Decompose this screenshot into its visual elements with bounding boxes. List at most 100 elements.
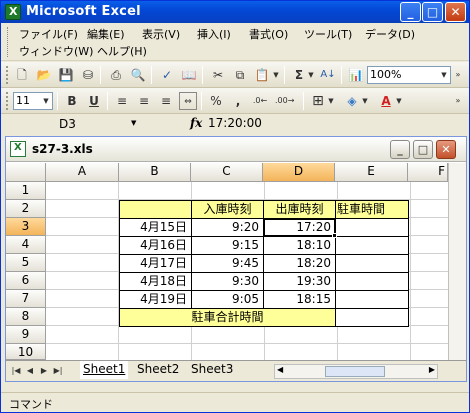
row-header-9[interactable]: 9	[6, 326, 46, 344]
bold-button[interactable]: B	[63, 92, 81, 110]
cell-d2[interactable]: 出庫時刻	[263, 200, 336, 219]
column-header-d[interactable]: D	[263, 163, 335, 182]
row-header-2[interactable]: 2	[6, 200, 46, 218]
menu-edit[interactable]: 編集(E)	[87, 26, 125, 42]
sort-ascending-icon[interactable]: A↓	[319, 66, 337, 84]
percent-style-button[interactable]: %	[207, 92, 225, 110]
formula-input[interactable]: 17:20:00	[208, 116, 262, 130]
cell-c5[interactable]: 9:45	[191, 254, 264, 273]
row-header-8[interactable]: 8	[6, 308, 46, 326]
sheet-tab-2[interactable]: Sheet2	[134, 361, 182, 379]
scroll-thumb[interactable]	[325, 366, 385, 377]
fill-handle[interactable]	[332, 233, 337, 238]
cell-b4[interactable]: 4月16日	[119, 236, 192, 255]
cell-e7[interactable]	[335, 290, 409, 309]
cell-e3[interactable]	[335, 218, 409, 237]
column-header-f[interactable]: F	[408, 163, 448, 182]
last-sheet-icon[interactable]: ▶|	[52, 364, 64, 378]
scroll-right-icon[interactable]: ▶	[429, 365, 435, 374]
decrease-decimal-icon[interactable]: .00→	[275, 92, 294, 110]
close-button[interactable]: ✕	[445, 2, 466, 22]
first-sheet-icon[interactable]: |◀	[10, 364, 22, 378]
paste-dropdown-icon[interactable]: ▼	[271, 66, 281, 84]
column-header-b[interactable]: B	[119, 163, 191, 182]
borders-icon[interactable]: ⊞	[309, 92, 327, 110]
paste-icon[interactable]: 📋	[253, 66, 271, 84]
cell-b7[interactable]: 4月19日	[119, 290, 192, 309]
cell-b3[interactable]: 4月15日	[119, 218, 192, 237]
workbook-restore-button[interactable]: □	[413, 140, 433, 159]
cell-d4[interactable]: 18:10	[263, 236, 336, 255]
insert-function-icon[interactable]: fx	[190, 116, 202, 130]
scroll-left-icon[interactable]: ◀	[277, 365, 283, 374]
cell-b2[interactable]	[119, 200, 192, 219]
align-right-icon[interactable]: ≡	[157, 92, 175, 110]
sheet-tab-1[interactable]: Sheet1	[80, 361, 129, 379]
cell-d6[interactable]: 19:30	[263, 272, 336, 291]
column-header-c[interactable]: C	[191, 163, 263, 182]
toolbar-options-icon[interactable]: »	[453, 92, 463, 110]
font-color-icon[interactable]: A	[377, 92, 395, 110]
workbook-icon[interactable]	[10, 141, 26, 157]
chart-wizard-icon[interactable]: 📊	[347, 66, 365, 84]
menu-window[interactable]: ウィンドウ(W)	[19, 43, 93, 59]
merge-center-icon[interactable]: ⇔	[179, 92, 197, 110]
cell-b8-merged[interactable]: 駐車合計時間	[119, 308, 336, 327]
menu-tools[interactable]: ツール(T)	[304, 26, 352, 42]
cell-b5[interactable]: 4月17日	[119, 254, 192, 273]
workbook-close-button[interactable]: ✕	[436, 140, 456, 159]
row-header-4[interactable]: 4	[6, 236, 46, 254]
cell-e2[interactable]: 駐車時間	[335, 200, 409, 219]
research-icon[interactable]: 📖	[180, 66, 198, 84]
cell-c7[interactable]: 9:05	[191, 290, 264, 309]
column-header-e[interactable]: E	[335, 163, 408, 182]
cell-d7[interactable]: 18:15	[263, 290, 336, 309]
menu-help[interactable]: ヘルプ(H)	[97, 43, 147, 59]
name-box[interactable]: D3	[5, 115, 145, 133]
cell-c6[interactable]: 9:30	[191, 272, 264, 291]
font-size-dropdown[interactable]: 11 ▼	[13, 92, 53, 110]
cell-c2[interactable]: 入庫時刻	[191, 200, 264, 219]
menu-insert[interactable]: 挿入(I)	[197, 26, 231, 42]
menu-data[interactable]: データ(D)	[365, 26, 415, 42]
maximize-button[interactable]: □	[422, 2, 443, 22]
borders-dropdown-icon[interactable]: ▼	[326, 92, 336, 110]
increase-decimal-icon[interactable]: .0←	[251, 92, 269, 110]
workbook-minimize-button[interactable]: _	[390, 140, 410, 159]
permission-icon[interactable]: ⛁	[79, 66, 97, 84]
print-preview-icon[interactable]: 🔍	[129, 66, 147, 84]
align-left-icon[interactable]: ≡	[113, 92, 131, 110]
row-header-1[interactable]: 1	[6, 182, 46, 200]
row-header-10[interactable]: 10	[6, 344, 46, 360]
align-center-icon[interactable]: ≡	[135, 92, 153, 110]
row-header-5[interactable]: 5	[6, 254, 46, 272]
cell-e8[interactable]	[335, 308, 409, 327]
save-icon[interactable]: 💾	[57, 66, 75, 84]
underline-button[interactable]: U	[85, 92, 103, 110]
font-color-dropdown-icon[interactable]: ▼	[394, 92, 404, 110]
spelling-icon[interactable]: ✓	[158, 66, 176, 84]
prev-sheet-icon[interactable]: ◀	[24, 364, 36, 378]
vertical-scrollbar[interactable]	[448, 163, 466, 360]
fill-color-icon[interactable]: ◈	[343, 92, 361, 110]
fill-color-dropdown-icon[interactable]: ▼	[360, 92, 370, 110]
sheet-tab-3[interactable]: Sheet3	[188, 361, 236, 379]
excel-app-icon[interactable]	[5, 4, 21, 20]
next-sheet-icon[interactable]: ▶	[38, 364, 50, 378]
menu-view[interactable]: 表示(V)	[142, 26, 180, 42]
cell-d5[interactable]: 18:20	[263, 254, 336, 273]
comma-style-button[interactable]: ,	[229, 92, 247, 110]
minimize-button[interactable]: _	[400, 2, 421, 22]
new-file-icon[interactable]: 🗋	[13, 66, 31, 84]
cell-c4[interactable]: 9:15	[191, 236, 264, 255]
toolbar-options-icon[interactable]: »	[453, 66, 463, 84]
zoom-dropdown[interactable]: 100% ▼	[367, 66, 451, 84]
horizontal-scrollbar[interactable]: ◀ ▶	[274, 364, 438, 379]
select-all-corner[interactable]	[6, 163, 46, 182]
menu-format[interactable]: 書式(O)	[249, 26, 288, 42]
row-header-3[interactable]: 3	[6, 218, 46, 236]
cell-b6[interactable]: 4月18日	[119, 272, 192, 291]
chevron-down-icon[interactable]: ▼	[131, 119, 136, 127]
cut-icon[interactable]: ✂	[209, 66, 227, 84]
copy-icon[interactable]: ⧉	[231, 66, 249, 84]
